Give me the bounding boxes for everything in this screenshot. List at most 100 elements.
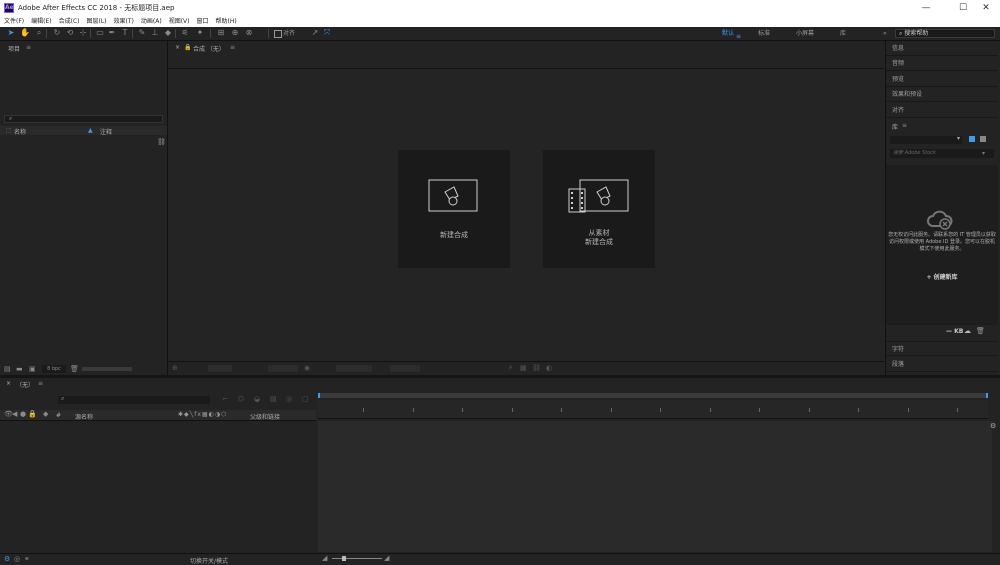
close-button[interactable]: ✕	[972, 0, 1000, 16]
rotate-tool-icon[interactable]: ↻	[52, 28, 62, 38]
search-help-input[interactable]: ⌕ 搜索帮助	[895, 29, 995, 38]
zoom-in-icon[interactable]: ◢	[384, 554, 389, 563]
workspace-more-icon[interactable]: »	[883, 27, 887, 40]
timecode-field[interactable]	[268, 365, 298, 372]
puppet-tool-icon[interactable]: ✦	[195, 28, 205, 38]
flowchart-icon[interactable]: ⛓	[532, 364, 541, 373]
new-composition-from-footage-card[interactable]: 从素材 新建合成	[543, 150, 655, 268]
paragraph-panel-tab[interactable]: 段落	[886, 357, 998, 372]
graph-editor-icon[interactable]: ▢	[302, 395, 309, 404]
view-axis-icon[interactable]: ⊗	[244, 28, 254, 38]
menu-file[interactable]: 文件(F)	[4, 16, 24, 27]
list-view-icon[interactable]	[980, 136, 986, 142]
snap-icon[interactable]: ↗	[310, 28, 320, 38]
zoom-out-icon[interactable]: ◢	[322, 554, 327, 563]
thumbnail-slider[interactable]	[82, 367, 132, 371]
stock-search-input[interactable]: 搜索 Adobe Stock	[890, 149, 994, 158]
timeline-track-area[interactable]	[318, 421, 992, 552]
pen-tool-icon[interactable]: ✒	[107, 28, 117, 38]
delete-icon[interactable]: 🗑	[70, 365, 79, 374]
project-menu-icon[interactable]: ≡	[26, 44, 31, 51]
in-out-icon[interactable]: ⚭	[24, 555, 30, 564]
workspace-standard[interactable]: 标准	[758, 27, 770, 40]
time-ruler[interactable]	[318, 400, 988, 419]
type-tool-icon[interactable]: T	[120, 28, 130, 38]
character-panel-tab[interactable]: 字符	[886, 341, 998, 356]
layer-switches-icon[interactable]: ⚙	[4, 555, 10, 564]
work-area-end-handle[interactable]	[986, 393, 988, 398]
brush-tool-icon[interactable]: ✎	[137, 28, 147, 38]
timeline-tab[interactable]: （无）	[16, 380, 34, 389]
menu-view[interactable]: 视图(V)	[169, 16, 190, 27]
roto-brush-tool-icon[interactable]: ⚟	[180, 28, 190, 38]
rectangle-tool-icon[interactable]: ▭	[95, 28, 105, 38]
exposure-icon[interactable]: ◐	[546, 364, 552, 373]
workspace-menu-icon[interactable]: ≡	[736, 33, 741, 40]
timeline-search-input[interactable]: ⌕	[58, 395, 210, 404]
menu-animation[interactable]: 动画(A)	[141, 16, 162, 27]
align-checkbox[interactable]	[274, 30, 282, 38]
menu-window[interactable]: 窗口	[196, 16, 208, 27]
audio-panel-tab[interactable]: 音频	[886, 56, 998, 71]
hand-tool-icon[interactable]: ✋	[20, 28, 30, 38]
world-axis-icon[interactable]: ⊕	[230, 28, 240, 38]
workspace-small-screen[interactable]: 小屏幕	[796, 27, 814, 40]
shy-icon[interactable]: ◒	[254, 395, 260, 404]
local-axis-icon[interactable]: ⊞	[216, 28, 226, 38]
view-layout-dropdown[interactable]	[390, 365, 420, 372]
column-comment[interactable]: 注释	[100, 127, 112, 136]
zoom-dropdown[interactable]	[208, 365, 232, 372]
motion-blur-icon[interactable]: ◎	[286, 395, 292, 404]
menu-help[interactable]: 帮助(H)	[216, 16, 237, 27]
frame-blending-icon[interactable]: ▤	[270, 395, 277, 404]
snapshot-icon[interactable]: ◉	[304, 364, 310, 373]
comp-marker-icon[interactable]: ⌐	[222, 395, 228, 404]
zoom-tool-icon[interactable]: ⌕	[34, 28, 44, 38]
workspace-default[interactable]: 默认	[722, 27, 734, 40]
menu-effect[interactable]: 效果(T)	[114, 16, 134, 27]
column-parent-link[interactable]: 父级和链接	[250, 412, 280, 421]
menu-layer[interactable]: 图层(L)	[87, 16, 107, 27]
minimize-button[interactable]: —	[912, 0, 940, 16]
composition-close-icon[interactable]: ×	[175, 44, 180, 51]
new-composition-icon[interactable]: ▣	[29, 365, 36, 374]
draft-3d-icon[interactable]: ⌬	[238, 395, 244, 404]
column-source-name[interactable]: 源名称	[75, 412, 93, 421]
timeline-icon[interactable]: ▦	[520, 364, 527, 373]
lock-icon[interactable]: 🔒	[28, 410, 37, 419]
new-composition-card[interactable]: 新建合成	[398, 150, 510, 268]
work-area-start-handle[interactable]	[318, 393, 320, 398]
project-search-input[interactable]: ⌕	[4, 115, 163, 123]
grid-view-icon[interactable]	[969, 136, 975, 142]
chevron-down-icon[interactable]: ▾	[982, 150, 985, 157]
snap-options-icon[interactable]: ⤧	[322, 28, 332, 38]
resolution-dropdown[interactable]	[336, 365, 372, 372]
library-menu-icon[interactable]: ≡	[902, 122, 907, 129]
composition-tab[interactable]: 合成 （无）	[193, 44, 225, 53]
library-dropdown[interactable]: ▾	[890, 135, 962, 144]
pan-behind-tool-icon[interactable]: ⊹	[78, 28, 88, 38]
info-panel-tab[interactable]: 信息	[886, 41, 998, 56]
clone-stamp-tool-icon[interactable]: ⊥	[150, 28, 160, 38]
cloud-icon[interactable]: ☁	[964, 327, 971, 335]
effects-presets-panel-tab[interactable]: 效果和预设	[886, 87, 998, 102]
align-panel-tab[interactable]: 对齐	[886, 103, 998, 118]
transfer-controls-icon[interactable]: ◎	[14, 555, 20, 564]
menu-composition[interactable]: 合成(C)	[59, 16, 80, 27]
timeline-close-icon[interactable]: ×	[6, 380, 11, 387]
audio-icon[interactable]: ◀	[12, 410, 17, 419]
preview-panel-tab[interactable]: 预览	[886, 72, 998, 87]
delete-icon[interactable]: 🗑	[976, 327, 985, 335]
timeline-zoom-slider[interactable]	[332, 558, 382, 559]
create-library-button[interactable]: + 创建新库	[914, 273, 970, 283]
timeline-menu-icon[interactable]: ≡	[38, 380, 43, 387]
workspace-library[interactable]: 库	[840, 27, 846, 40]
camera-tool-icon[interactable]: ⟲	[65, 28, 75, 38]
fast-preview-icon[interactable]: ⚡	[508, 364, 513, 373]
new-folder-icon[interactable]: ▬	[16, 365, 23, 374]
flowchart-icon[interactable]: ⛓	[157, 138, 166, 146]
menu-edit[interactable]: 编辑(E)	[31, 16, 51, 27]
zoom-slider-handle[interactable]	[342, 556, 346, 561]
solo-icon[interactable]: ●	[20, 410, 26, 419]
label-icon[interactable]: ◆	[43, 410, 48, 419]
